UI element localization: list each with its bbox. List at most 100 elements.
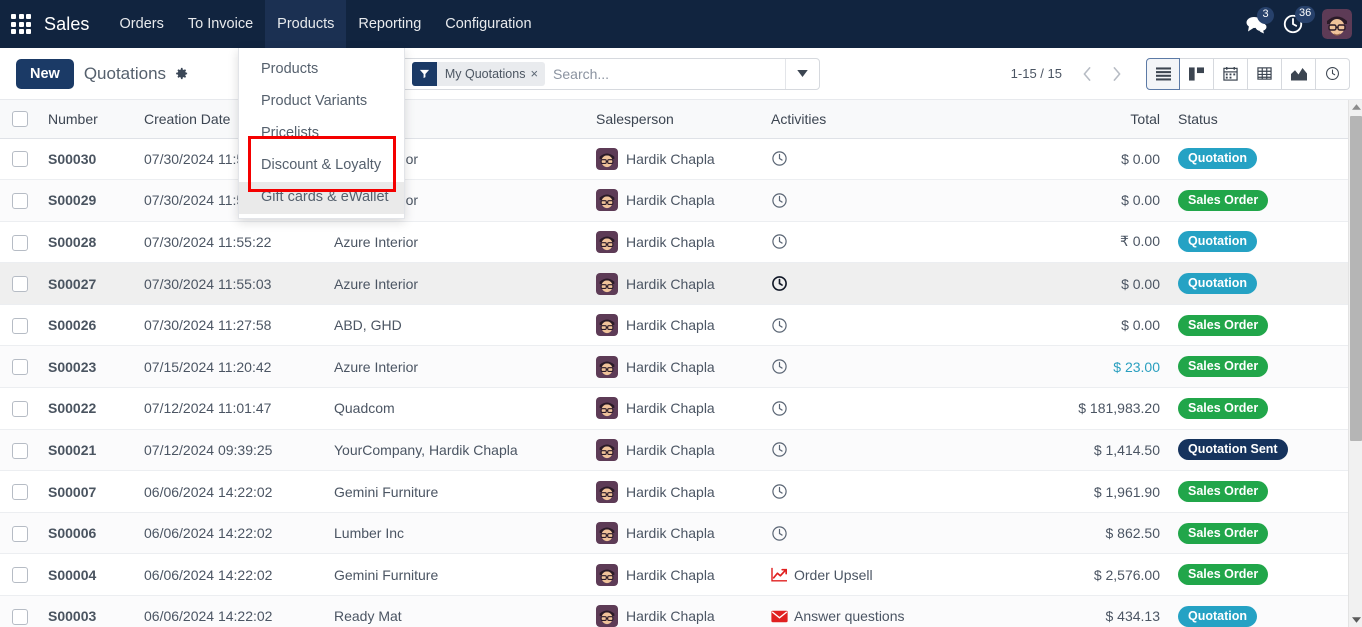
cell-creation-date[interactable]: 07/30/2024 11:55:22	[136, 221, 326, 264]
cell-total[interactable]: $ 0.00	[1050, 262, 1170, 305]
header-activities[interactable]: Activities	[763, 100, 1050, 139]
row-select-cell[interactable]	[0, 512, 40, 555]
cell-total[interactable]: $ 434.13	[1050, 595, 1170, 627]
cell-customer[interactable]: ABD, GHD	[326, 304, 588, 347]
cell-status[interactable]: Sales Order	[1170, 304, 1340, 347]
cell-salesperson[interactable]: Hardik Chapla	[588, 179, 763, 222]
header-salesperson[interactable]: Salesperson	[588, 100, 763, 139]
cell-number[interactable]: S00029	[40, 179, 136, 222]
cell-total[interactable]: $ 0.00	[1050, 304, 1170, 347]
cell-customer[interactable]: Azure Interior	[326, 262, 588, 305]
dropdown-item-products[interactable]: Products	[239, 54, 404, 86]
cell-creation-date[interactable]: 07/12/2024 09:39:25	[136, 429, 326, 472]
table-row[interactable]: S0002907/30/2024 11:59:30Azure InteriorH…	[0, 179, 1362, 222]
cell-salesperson[interactable]: Hardik Chapla	[588, 304, 763, 347]
nav-item-products[interactable]: Products	[265, 0, 347, 48]
clock-icon[interactable]	[771, 358, 788, 375]
clock-icon[interactable]	[771, 483, 788, 500]
cell-activities[interactable]	[763, 429, 1050, 472]
cell-salesperson[interactable]: Hardik Chapla	[588, 512, 763, 555]
activity-view-button[interactable]	[1316, 57, 1350, 90]
new-button[interactable]: New	[16, 58, 74, 89]
table-row[interactable]: S00027 07/30/2024 11:55:03 Azure Interior H…	[0, 262, 1362, 305]
nav-item-to-invoice[interactable]: To Invoice	[176, 0, 265, 48]
cell-number[interactable]: S00007	[40, 470, 136, 513]
pager-text[interactable]: 1-15 / 15	[1011, 66, 1062, 81]
cell-number[interactable]: S00023	[40, 345, 136, 389]
cell-total[interactable]: $ 23.00	[1050, 345, 1170, 389]
upsell-chart-icon[interactable]	[771, 567, 788, 582]
cell-salesperson[interactable]: Hardik Chapla	[588, 345, 763, 389]
cell-status[interactable]: Sales Order	[1170, 512, 1340, 555]
cell-customer[interactable]: YourCompany, Hardik Chapla	[326, 429, 588, 472]
cell-total[interactable]: ₹ 0.00	[1050, 221, 1170, 264]
cell-number[interactable]: S00030	[40, 138, 136, 181]
cell-salesperson[interactable]: Hardik Chapla	[588, 221, 763, 264]
row-checkbox[interactable]	[12, 276, 28, 293]
cell-activities[interactable]	[763, 262, 1050, 305]
table-row[interactable]: S0003007/30/2024 11:59:59Azure InteriorH…	[0, 138, 1362, 181]
clock-icon[interactable]	[771, 317, 788, 334]
cell-number[interactable]: S00022	[40, 387, 136, 430]
row-select-cell[interactable]	[0, 262, 40, 305]
cell-total[interactable]: $ 0.00	[1050, 138, 1170, 181]
cell-status[interactable]: Quotation	[1170, 138, 1340, 181]
email-icon[interactable]	[771, 610, 788, 623]
cell-activities[interactable]: Order Upsell	[763, 553, 1050, 597]
row-checkbox[interactable]	[12, 442, 28, 459]
table-row[interactable]: S00003 06/06/2024 14:22:02 Ready Mat Hardik…	[0, 595, 1362, 627]
cell-status[interactable]: Quotation	[1170, 262, 1340, 305]
cell-customer[interactable]: Ready Mat	[326, 595, 588, 627]
calendar-view-button[interactable]	[1214, 57, 1248, 90]
cell-total[interactable]: $ 862.50	[1050, 512, 1170, 555]
apps-grid-icon[interactable]	[8, 11, 34, 37]
cell-creation-date[interactable]: 07/12/2024 11:01:47	[136, 387, 326, 430]
cell-status[interactable]: Quotation Sent	[1170, 429, 1340, 472]
header-total[interactable]: Total	[1050, 100, 1170, 139]
row-select-cell[interactable]	[0, 221, 40, 264]
table-row[interactable]: S00026 07/30/2024 11:27:58 ABD, GHD Hardik …	[0, 304, 1362, 347]
scroll-down-icon[interactable]	[1349, 613, 1362, 627]
row-checkbox[interactable]	[12, 234, 28, 251]
scrollbar-thumb[interactable]	[1350, 116, 1362, 441]
row-checkbox[interactable]	[12, 359, 28, 376]
cell-total[interactable]: $ 1,961.90	[1050, 470, 1170, 513]
dropdown-item-pricelists[interactable]: Pricelists	[239, 118, 404, 150]
row-checkbox[interactable]	[12, 151, 28, 168]
cell-salesperson[interactable]: Hardik Chapla	[588, 262, 763, 305]
app-brand-sales[interactable]: Sales	[44, 14, 90, 35]
cell-creation-date[interactable]: 07/30/2024 11:55:03	[136, 262, 326, 305]
cell-status[interactable]: Sales Order	[1170, 179, 1340, 222]
clock-icon[interactable]	[771, 192, 788, 209]
cell-salesperson[interactable]: Hardik Chapla	[588, 138, 763, 181]
row-select-cell[interactable]	[0, 138, 40, 181]
activities-button[interactable]: 36	[1282, 6, 1316, 35]
pager-next-button[interactable]	[1102, 59, 1132, 89]
clock-icon[interactable]	[771, 525, 788, 542]
row-checkbox[interactable]	[12, 567, 28, 584]
cell-salesperson[interactable]: Hardik Chapla	[588, 595, 763, 627]
cell-salesperson[interactable]: Hardik Chapla	[588, 387, 763, 430]
nav-item-configuration[interactable]: Configuration	[433, 0, 543, 48]
cell-creation-date[interactable]: 06/06/2024 14:22:02	[136, 553, 326, 597]
avatar[interactable]	[1322, 9, 1352, 39]
scroll-up-icon[interactable]	[1349, 100, 1362, 114]
cell-salesperson[interactable]: Hardik Chapla	[588, 553, 763, 597]
table-row[interactable]: S00023 07/15/2024 11:20:42 Azure Interior H…	[0, 345, 1362, 389]
graph-view-button[interactable]	[1282, 57, 1316, 90]
cell-activities[interactable]	[763, 345, 1050, 389]
table-row[interactable]: S00007 06/06/2024 14:22:02 Gemini Furnitur…	[0, 470, 1362, 513]
cell-number[interactable]: S00006	[40, 512, 136, 555]
select-all-checkbox[interactable]	[12, 111, 28, 128]
cell-creation-date[interactable]: 06/06/2024 14:22:02	[136, 595, 326, 627]
table-row[interactable]: S00006 06/06/2024 14:22:02 Lumber Inc Hardi…	[0, 512, 1362, 555]
clock-icon[interactable]	[771, 233, 788, 250]
cell-status[interactable]: Sales Order	[1170, 553, 1340, 597]
row-checkbox[interactable]	[12, 525, 28, 542]
cell-total[interactable]: $ 2,576.00	[1050, 553, 1170, 597]
cell-customer[interactable]: Azure Interior	[326, 345, 588, 389]
row-select-cell[interactable]	[0, 429, 40, 472]
cell-number[interactable]: S00003	[40, 595, 136, 627]
cell-salesperson[interactable]: Hardik Chapla	[588, 429, 763, 472]
nav-item-reporting[interactable]: Reporting	[346, 0, 433, 48]
